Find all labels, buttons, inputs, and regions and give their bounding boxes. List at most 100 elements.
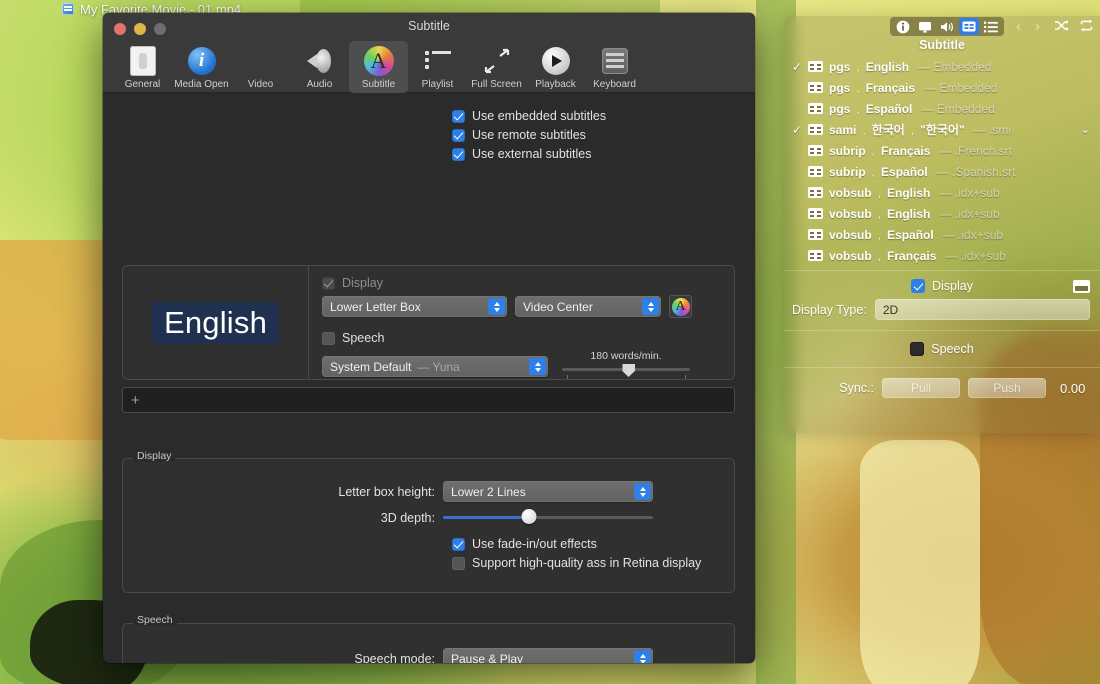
checkbox-use-remote-subtitles[interactable]: Use remote subtitles (452, 128, 755, 142)
checkbox-box (322, 276, 335, 290)
toolbar-item-audio[interactable]: Audio (290, 41, 349, 93)
sync-label: Sync.: (839, 381, 874, 395)
letterbox-height-dropdown[interactable]: Lower 2 Lines (443, 481, 653, 502)
chevron-updown-icon (634, 483, 651, 500)
subtitle-track-row[interactable]: pgs, Español — Embedded (784, 98, 1100, 119)
repeat-icon[interactable] (1079, 19, 1094, 35)
playlist-icon[interactable] (981, 18, 1001, 35)
subtitle-track-row[interactable]: subrip, Español — .Spanish.srt (784, 161, 1100, 182)
toolbar-item-subtitle[interactable]: Subtitle (349, 41, 408, 93)
checkbox-box (452, 537, 465, 551)
track-source: — .French.srt (939, 143, 1013, 158)
subtitle-track-row[interactable]: pgs, Français — Embedded (784, 77, 1100, 98)
chevron-updown-icon (488, 298, 505, 315)
chevron-right-icon[interactable]: › (1035, 18, 1040, 35)
slider-track (443, 515, 653, 519)
cc-badge-icon (808, 208, 823, 219)
toolbar-label: Subtitle (361, 79, 396, 90)
keyboard-icon (599, 45, 631, 77)
sync-push-button[interactable]: Push (968, 378, 1046, 398)
panel-checkbox-display[interactable]: Display (784, 275, 1100, 297)
speech-rate-label: 180 words/min. (590, 350, 662, 362)
toolbar-label: Video (247, 79, 274, 90)
track-source: — .idx+sub (939, 206, 1000, 221)
add-subtitle-row[interactable]: + (122, 387, 735, 413)
sync-pull-button[interactable]: Pull (882, 378, 960, 398)
display-type-row: Display Type: 2D (784, 297, 1100, 326)
subtitle-preview-group: English Display Lower Letter Box Video C (122, 265, 735, 380)
toolbar-label: General (124, 79, 161, 90)
toolbar-item-playlist[interactable]: Playlist (408, 41, 467, 93)
cc-badge-icon (808, 229, 823, 240)
checkbox-retina-ass[interactable]: Support high-quality ass in Retina displ… (452, 556, 701, 570)
slider-knob[interactable] (521, 508, 537, 524)
chevron-left-icon[interactable]: ‹ (1016, 18, 1021, 35)
checkbox-box (911, 279, 925, 293)
cc-badge-icon (808, 61, 823, 72)
subtitle-style-color-button[interactable] (669, 295, 692, 318)
checkbox-label: Use remote subtitles (472, 128, 586, 142)
monitor-icon[interactable] (915, 18, 935, 35)
dropdown-value: Pause & Play (451, 651, 524, 664)
speech-voice-dropdown[interactable]: System Default — Yuna (322, 356, 548, 377)
speech-mode-dropdown[interactable]: Pause & Play (443, 648, 653, 663)
checkbox-use-fade-effects[interactable]: Use fade-in/out effects (452, 537, 597, 551)
letterbox-icon[interactable] (1073, 279, 1090, 293)
subtitle-preview-area: English (123, 266, 309, 379)
speaker-icon[interactable] (937, 18, 957, 35)
track-separator: , (856, 80, 860, 95)
subtitle-track-row[interactable]: vobsub, English — .idx+sub (784, 182, 1100, 203)
checkbox-use-external-subtitles[interactable]: Use external subtitles (452, 147, 755, 161)
window-titlebar: Subtitle General i Media Open Video Audi… (103, 13, 755, 93)
checkbox-use-embedded-subtitles[interactable]: Use embedded subtitles (452, 109, 755, 123)
chevron-down-icon[interactable]: ⌄ (1081, 123, 1090, 136)
subtitle-track-row[interactable]: vobsub, Español — .idx+sub (784, 224, 1100, 245)
track-separator: , (877, 227, 882, 242)
subtitle-track-row[interactable]: ✓ pgs, English — Embedded (784, 56, 1100, 77)
speaker-icon (304, 45, 336, 77)
checkbox-box (322, 331, 335, 345)
toolbar-item-full-screen[interactable]: Full Screen (467, 41, 526, 93)
track-language: English (887, 185, 931, 200)
subtitle-track-row[interactable]: subrip, Français — .French.srt (784, 140, 1100, 161)
toolbar-item-playback[interactable]: Playback (526, 41, 585, 93)
subtitle-track-row[interactable]: vobsub, Français — .idx+sub (784, 245, 1100, 266)
checkbox-speech[interactable]: Speech (322, 331, 724, 345)
info-icon[interactable] (893, 18, 913, 35)
chevron-updown-icon (634, 650, 651, 663)
cc-badge-icon (808, 166, 823, 177)
toolbar-label: Playlist (421, 79, 454, 90)
track-language: Français (881, 143, 931, 158)
letterbox-height-label: Letter box height: (338, 484, 435, 499)
depth-slider[interactable] (443, 508, 653, 525)
panel-tab-segment (890, 17, 1004, 36)
display-type-dropdown[interactable]: 2D (874, 299, 1090, 320)
letterbox-height-row: Letter box height: Lower 2 Lines (123, 481, 734, 502)
dropdown-value: Video Center (523, 299, 593, 314)
track-source: — .smi (973, 122, 1012, 137)
toolbar-item-keyboard[interactable]: Keyboard (585, 41, 644, 93)
checkbox-display[interactable]: Display (322, 276, 724, 290)
track-source: — Embedded (921, 101, 995, 116)
checkbox-label: Use external subtitles (472, 147, 592, 161)
subtitle-alignment-dropdown[interactable]: Video Center (515, 296, 661, 317)
speech-rate-slider[interactable] (562, 364, 690, 379)
track-separator: , (910, 122, 915, 137)
window-title: Subtitle (408, 19, 450, 33)
checkbox-label: Display (932, 279, 973, 293)
subtitle-track-row[interactable]: ✓ sami, 한국어, "한국어" — .smi ⌄ (784, 119, 1100, 140)
toolbar-item-media-open[interactable]: i Media Open (172, 41, 231, 93)
subtitle-track-row[interactable]: vobsub, English — .idx+sub (784, 203, 1100, 224)
track-format: vobsub (829, 185, 872, 200)
shuffle-icon[interactable] (1054, 19, 1069, 35)
toolbar-item-general[interactable]: General (113, 41, 172, 93)
subtitle-cc-icon[interactable] (959, 18, 979, 35)
toolbar-item-video[interactable]: Video (231, 41, 290, 93)
panel-checkbox-speech[interactable]: Speech (784, 335, 1100, 363)
track-source: — .Spanish.srt (936, 164, 1016, 179)
track-format: sami (829, 122, 857, 137)
track-format: vobsub (829, 206, 872, 221)
subtitle-preview-controls: Display Lower Letter Box Video Center A … (309, 266, 734, 379)
subtitle-position-dropdown[interactable]: Lower Letter Box (322, 296, 507, 317)
monitor-icon (245, 45, 277, 77)
